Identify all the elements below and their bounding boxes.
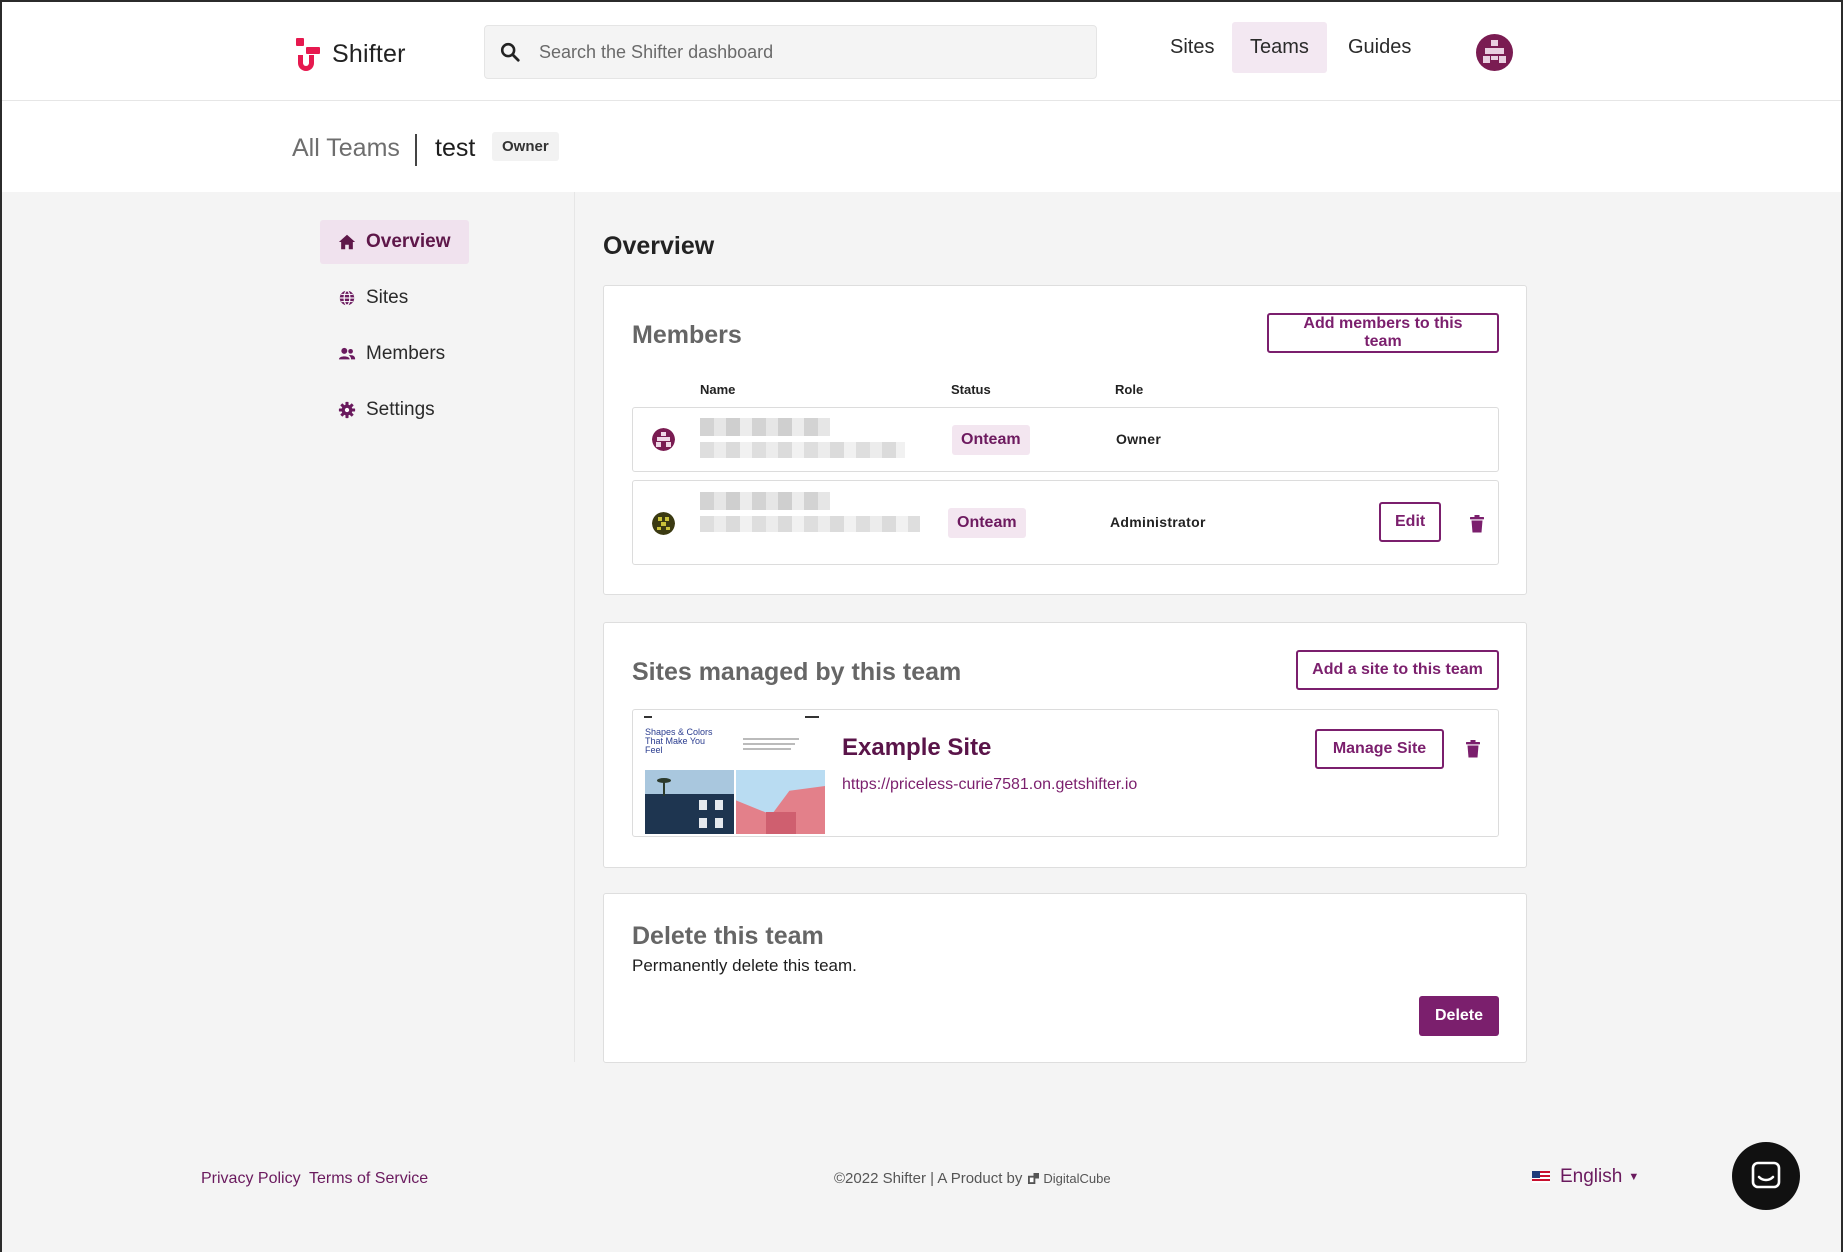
chat-launcher[interactable] [1732, 1142, 1800, 1210]
member-avatar [652, 428, 675, 451]
trash-icon[interactable] [1469, 515, 1485, 533]
digitalcube-logo[interactable]: DigitalCube [1028, 1171, 1111, 1186]
edit-member-button[interactable]: Edit [1379, 502, 1441, 542]
sidebar-item-label: Members [366, 343, 446, 364]
member-role: Owner [1116, 431, 1162, 447]
nav-teams[interactable]: Teams [1232, 22, 1327, 73]
manage-site-button[interactable]: Manage Site [1315, 729, 1444, 769]
home-icon [338, 234, 356, 250]
top-navbar: Shifter Sites Teams Guides [2, 2, 1841, 101]
members-title: Members [632, 321, 742, 349]
breadcrumb-divider [415, 134, 417, 166]
logo-text: Shifter [332, 39, 406, 68]
sites-card: Sites managed by this team Add a site to… [603, 622, 1527, 868]
sidebar: Overview Sites Members Settings [2, 192, 575, 1062]
delete-team-button[interactable]: Delete [1419, 996, 1499, 1036]
us-flag-icon [1532, 1171, 1550, 1183]
sidebar-item-label: Settings [366, 399, 435, 420]
member-email-redacted [700, 516, 920, 532]
users-icon [338, 347, 356, 360]
role-badge: Owner [492, 132, 559, 161]
nav-sites[interactable]: Sites [1152, 22, 1232, 73]
gear-icon [338, 401, 356, 419]
member-role: Administrator [1110, 514, 1206, 530]
column-header-name: Name [700, 382, 736, 397]
copyright-text: ©2022 Shifter | A Product by [834, 1170, 1023, 1187]
sidebar-item-settings[interactable]: Settings [320, 388, 453, 432]
search-input[interactable] [539, 41, 1079, 63]
digitalcube-icon [1028, 1173, 1040, 1184]
sidebar-item-label: Overview [366, 231, 451, 252]
search-box[interactable] [484, 25, 1097, 79]
site-url[interactable]: https://priceless-curie7581.on.getshifte… [842, 776, 1137, 794]
trash-icon[interactable] [1465, 740, 1481, 758]
site-name[interactable]: Example Site [842, 734, 991, 762]
digitalcube-name: DigitalCube [1043, 1171, 1111, 1186]
globe-icon [339, 290, 355, 306]
member-avatar [652, 512, 675, 535]
footer: Privacy Policy Terms of Service ©2022 Sh… [2, 1100, 1841, 1252]
shifter-logo[interactable]: Shifter [292, 32, 406, 76]
status-badge: Onteam [952, 425, 1030, 455]
chat-icon [1751, 1161, 1781, 1189]
sidebar-item-overview[interactable]: Overview [320, 220, 469, 264]
sites-title: Sites managed by this team [632, 658, 962, 686]
member-name-redacted [700, 492, 830, 510]
column-header-role: Role [1115, 382, 1144, 397]
site-card: Shapes & Colors That Make You Feel Examp… [632, 709, 1499, 837]
sidebar-item-members[interactable]: Members [320, 332, 463, 376]
sidebar-item-sites[interactable]: Sites [320, 276, 426, 320]
member-row: Onteam Administrator Edit [632, 480, 1499, 565]
privacy-policy-link[interactable]: Privacy Policy [201, 1170, 301, 1188]
language-selector[interactable]: English ▼ [1532, 1166, 1639, 1188]
terms-of-service-link[interactable]: Terms of Service [309, 1170, 428, 1188]
member-name-redacted [700, 418, 830, 436]
breadcrumb: All Teams test Owner [2, 102, 1841, 192]
add-members-button[interactable]: Add members to this team [1267, 313, 1499, 353]
thumbnail-heading: Shapes & Colors That Make You Feel [645, 727, 713, 755]
nav-guides[interactable]: Guides [1330, 22, 1429, 73]
user-avatar[interactable] [1476, 34, 1513, 71]
page-title: Overview [603, 232, 715, 260]
shifter-logo-icon [292, 35, 322, 73]
delete-team-title: Delete this team [632, 922, 824, 950]
add-site-button[interactable]: Add a site to this team [1296, 650, 1499, 690]
main-area: Overview Sites Members Settings Overview… [2, 192, 1841, 1100]
column-header-status: Status [951, 382, 991, 397]
delete-team-card: Delete this team Permanently delete this… [603, 893, 1527, 1063]
members-card: Members Add members to this team Name St… [603, 285, 1527, 595]
copyright: ©2022 Shifter | A Product by DigitalCube [834, 1170, 1111, 1187]
member-email-redacted [700, 442, 905, 458]
caret-down-icon: ▼ [1628, 1171, 1640, 1183]
status-badge: Onteam [948, 508, 1026, 538]
breadcrumb-team-name: test [435, 134, 476, 162]
sidebar-item-label: Sites [366, 287, 409, 308]
breadcrumb-all-teams[interactable]: All Teams [292, 134, 400, 163]
search-icon [500, 42, 520, 62]
language-label: English [1560, 1166, 1623, 1187]
member-row: Onteam Owner [632, 407, 1499, 472]
site-thumbnail[interactable]: Shapes & Colors That Make You Feel [635, 712, 827, 834]
delete-team-description: Permanently delete this team. [632, 956, 857, 975]
